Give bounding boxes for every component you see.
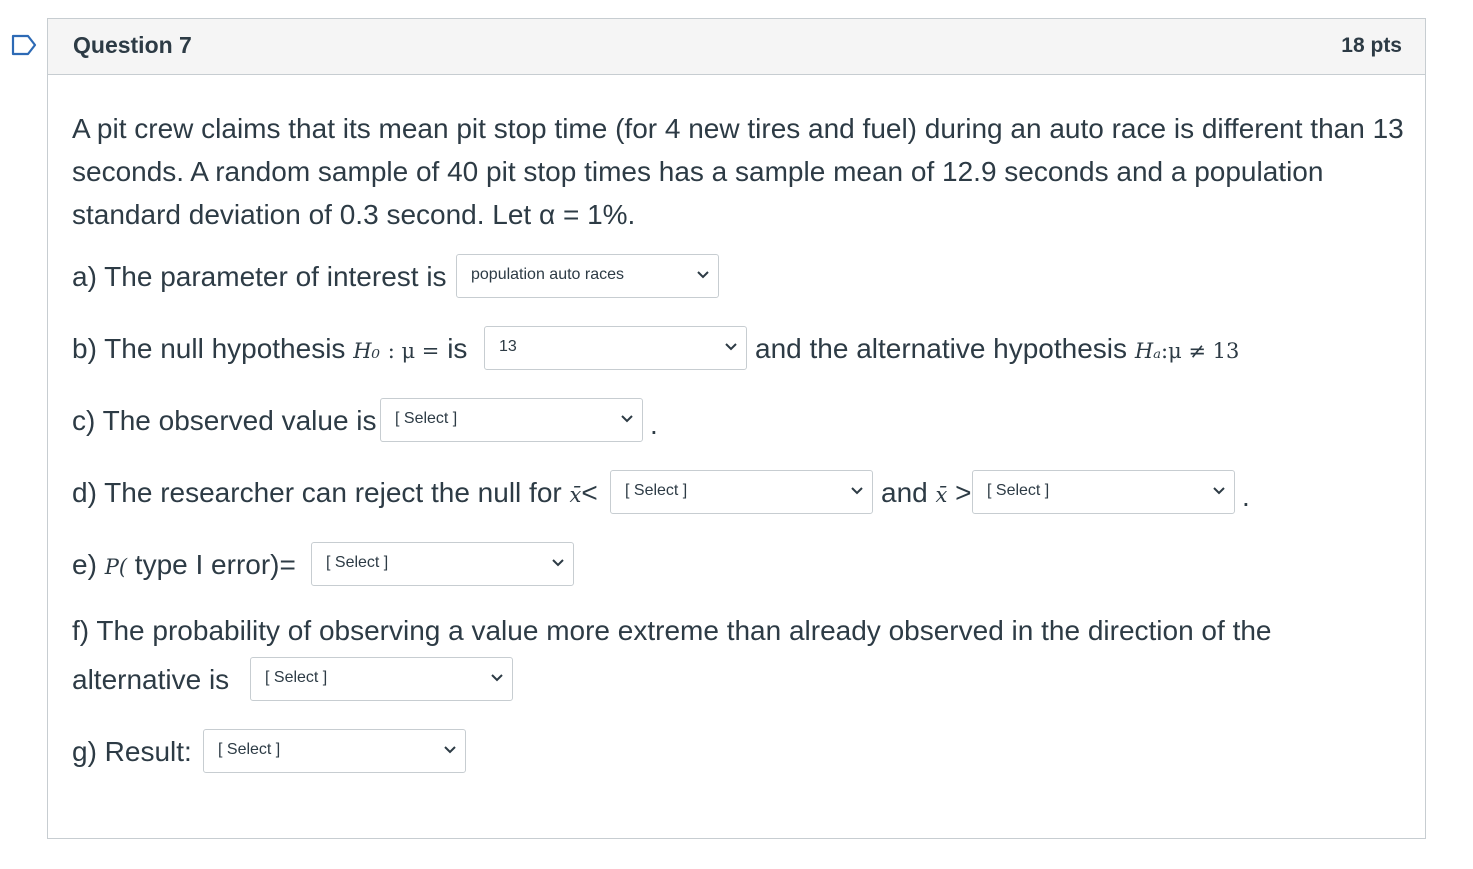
part-f-line1: f) The probability of observing a value … [72, 615, 1272, 646]
mu-equals: : μ = [387, 339, 440, 363]
part-b-label: b) The null hypothesis [72, 333, 346, 364]
bookmark-flag-icon[interactable] [11, 34, 37, 56]
chevron-down-icon [697, 271, 709, 279]
chevron-down-icon [444, 746, 456, 754]
greater-than: > [955, 477, 972, 508]
part-c-selected: [ Select ] [395, 410, 458, 427]
chevron-down-icon [491, 674, 503, 682]
less-than: < [581, 477, 598, 508]
part-c-label: c) The observed value is [72, 405, 377, 436]
xbar-symbol: x̄ [935, 483, 948, 507]
part-b-row: b) The null hypothesis H₀ : μ = is [72, 333, 467, 365]
part-d-selected-upper: [ Select ] [987, 482, 1050, 499]
part-e-row: e) P( type I error)= [72, 549, 296, 581]
part-e-select[interactable]: [ Select ] [311, 542, 574, 586]
chevron-down-icon [552, 559, 564, 567]
chevron-down-icon [621, 415, 633, 423]
question-title: Question 7 [73, 32, 192, 58]
part-d-select-upper[interactable]: [ Select ] [972, 470, 1235, 514]
part-a-select[interactable]: population auto races [456, 254, 719, 298]
question-header: Question 7 18 pts [48, 19, 1425, 75]
alt-hypothesis-label: and the alternative hypothesis [755, 333, 1128, 364]
chevron-down-icon [725, 343, 737, 351]
part-b-select[interactable]: 13 [484, 326, 747, 370]
part-f-line2: alternative is [72, 664, 230, 695]
part-b-alt: and the alternative hypothesis Hₐ:μ ≠ 13 [755, 333, 1239, 365]
part-e-prefix: e) [72, 549, 97, 580]
question-card: Question 7 18 pts A pit crew claims that… [47, 18, 1426, 839]
part-b-is: is [447, 333, 468, 364]
part-a-selected: population auto races [471, 266, 624, 283]
part-d-select-lower[interactable]: [ Select ] [610, 470, 873, 514]
part-c-period: . [650, 409, 658, 440]
probability-symbol: P( [104, 555, 128, 579]
xbar-symbol: x̄ [569, 483, 582, 507]
part-g-select[interactable]: [ Select ] [203, 729, 466, 773]
part-b-selected: 13 [499, 338, 517, 355]
part-d-selected-lower: [ Select ] [625, 482, 688, 499]
part-d-and: and x̄ > [881, 477, 971, 509]
part-d-row: d) The researcher can reject the null fo… [72, 477, 598, 509]
part-f-select[interactable]: [ Select ] [250, 657, 513, 701]
part-e-label: type I error)= [134, 549, 296, 580]
h0-symbol: H₀ [353, 339, 380, 363]
chevron-down-icon [1213, 487, 1225, 495]
part-d-period: . [1242, 481, 1250, 512]
part-g-label: g) Result: [72, 736, 192, 767]
alt-expression: :μ ≠ 13 [1161, 339, 1240, 363]
part-f-selected: [ Select ] [265, 669, 328, 686]
part-g-selected: [ Select ] [218, 741, 281, 758]
question-points: 18 pts [1341, 34, 1402, 57]
part-e-selected: [ Select ] [326, 554, 389, 571]
question-prompt: A pit crew claims that its mean pit stop… [72, 113, 1404, 230]
chevron-down-icon [851, 487, 863, 495]
part-a-label: a) The parameter of interest is [72, 261, 447, 292]
part-d-label: d) The researcher can reject the null fo… [72, 477, 562, 508]
ha-symbol: Hₐ [1134, 339, 1162, 363]
part-c-select[interactable]: [ Select ] [380, 398, 643, 442]
and-text: and [881, 477, 928, 508]
